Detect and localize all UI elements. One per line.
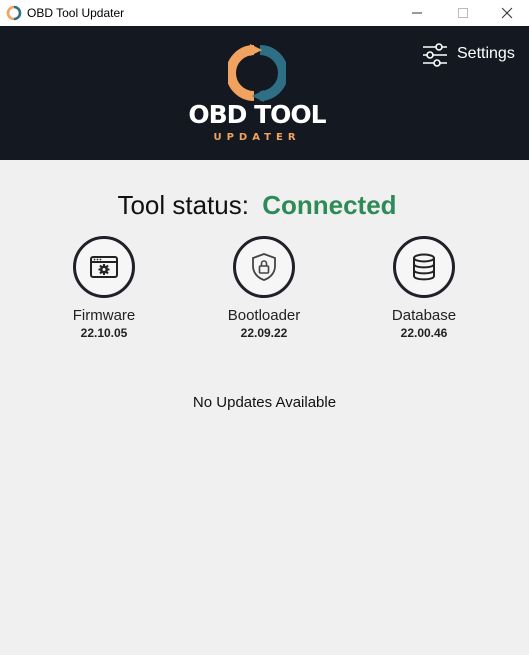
firmware-icon-circle [73,236,135,298]
close-icon [501,7,513,19]
database-label: Database [391,307,457,324]
maximize-button[interactable] [439,0,485,26]
bootloader-icon-circle [233,236,295,298]
app-logo-icon [6,5,22,21]
window-titlebar: OBD Tool Updater [0,0,529,26]
status-label: Tool status: [117,190,249,220]
database-icon [413,253,435,281]
bootloader-label: Bootloader [227,307,301,324]
app-header: OBD TOOL UPDATER Settings [0,26,529,160]
minimize-button[interactable] [393,0,439,26]
database-item: Database 22.00.46 [364,236,484,340]
update-status-message: No Updates Available [192,394,337,411]
logo-ring-icon [228,44,286,102]
database-icon-circle [393,236,455,298]
settings-sliders-icon [423,43,447,67]
close-button[interactable] [483,0,529,26]
window-title: OBD Tool Updater [27,6,125,20]
bootloader-item: Bootloader 22.09.22 [204,236,324,340]
firmware-label: Firmware [72,307,136,324]
settings-label: Settings [457,45,515,62]
logo-title: OBD TOOL [188,100,326,129]
maximize-icon [458,8,468,18]
firmware-version: 22.10.05 [80,326,128,340]
firmware-item: Firmware 22.10.05 [44,236,164,340]
shield-lock-icon [252,253,276,281]
logo-subtitle: UPDATER [213,132,301,143]
firmware-window-gear-icon [90,256,118,278]
minimize-icon [412,12,422,14]
bootloader-version: 22.09.22 [240,326,288,340]
tool-status: Tool status: Connected [0,190,514,221]
database-version: 22.00.46 [400,326,448,340]
settings-button[interactable]: Settings [422,43,522,69]
status-value: Connected [262,190,397,220]
